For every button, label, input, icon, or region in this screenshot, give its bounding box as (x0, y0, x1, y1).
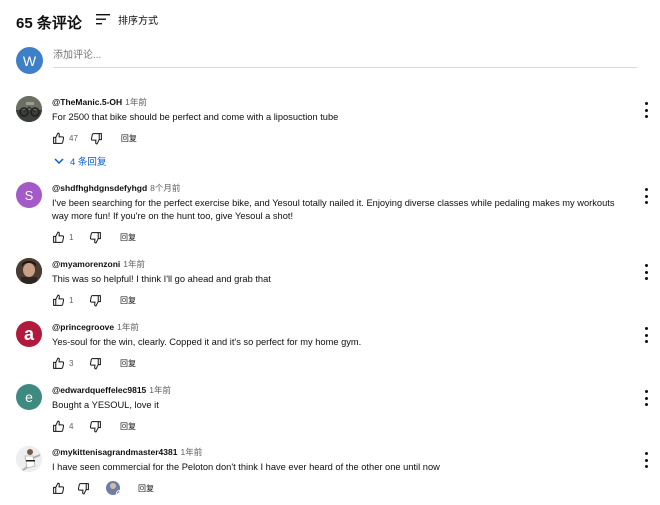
like-button[interactable] (52, 357, 65, 370)
more-actions-icon[interactable] (642, 452, 650, 468)
comment-text: I've been searching for the perfect exer… (52, 198, 615, 221)
comment-author[interactable]: @TheManic.5-OH (52, 97, 122, 107)
comment-time[interactable]: 1年前 (180, 447, 202, 457)
comment-author[interactable]: @shdfhghdgnsdefyhgd (52, 183, 147, 193)
creator-heart-avatar (106, 481, 120, 495)
like-button[interactable] (52, 231, 65, 244)
reply-button[interactable]: 回复 (120, 232, 136, 243)
dislike-button[interactable] (89, 420, 102, 433)
reply-button[interactable]: 回复 (138, 483, 154, 494)
sort-icon (96, 14, 110, 25)
replies-label: 4 条回复 (70, 157, 107, 168)
reply-button[interactable]: 回复 (120, 295, 136, 306)
comments-header: 65 条评论 (16, 10, 82, 34)
like-button[interactable] (52, 132, 65, 145)
like-count: 4 (69, 421, 74, 431)
comment-time[interactable]: 1年前 (125, 97, 147, 107)
chevron-down-icon (54, 157, 64, 164)
current-user-avatar: W (16, 47, 43, 74)
more-actions-icon[interactable] (642, 390, 650, 406)
avatar[interactable]: a (16, 321, 42, 347)
reply-button[interactable]: 回复 (120, 358, 136, 369)
comment-author[interactable]: @princegroove (52, 322, 114, 332)
comment-author[interactable]: @edwardqueffelec9815 (52, 385, 146, 395)
like-button[interactable] (52, 420, 65, 433)
avatar[interactable] (16, 258, 42, 284)
more-actions-icon[interactable] (642, 188, 650, 204)
avatar[interactable]: e (16, 384, 42, 410)
thumbs-down-icon (90, 132, 102, 144)
comment-text: I have seen commercial for the Peloton d… (52, 462, 440, 472)
like-button[interactable] (52, 482, 65, 495)
reply-button[interactable]: 回复 (121, 133, 137, 144)
dislike-button[interactable] (89, 231, 102, 244)
thumbs-up-icon (53, 482, 65, 494)
like-count: 1 (69, 232, 74, 242)
comment-text: Yes-soul for the win, clearly. Copped it… (52, 337, 362, 347)
comment-text: For 2500 that bike should be perfect and… (52, 112, 339, 122)
more-actions-icon[interactable] (642, 327, 650, 343)
thumbs-down-icon (89, 294, 101, 306)
thumbs-up-icon (53, 132, 65, 144)
comment-time[interactable]: 1年前 (117, 322, 139, 332)
like-count: 47 (69, 133, 78, 143)
dislike-button[interactable] (89, 294, 102, 307)
like-button[interactable] (52, 294, 65, 307)
comment-text: This was so helpful! I think I'll go ahe… (52, 274, 271, 284)
thumbs-down-icon (89, 231, 101, 243)
comment-time[interactable]: 1年前 (149, 385, 171, 395)
sort-button[interactable]: 排序方式 (96, 12, 158, 27)
comment-author[interactable]: @mykittenisagrandmaster4381 (52, 447, 177, 457)
dislike-button[interactable] (89, 357, 102, 370)
more-actions-icon[interactable] (642, 264, 650, 280)
thumbs-down-icon (89, 420, 101, 432)
like-count: 1 (69, 295, 74, 305)
thumbs-up-icon (53, 357, 65, 369)
comment-time[interactable]: 8个月前 (150, 183, 180, 193)
thumbs-up-icon (53, 231, 65, 243)
avatar[interactable] (16, 96, 42, 122)
more-actions-icon[interactable] (642, 102, 650, 118)
comment-text: Bought a YESOUL, love it (52, 400, 159, 410)
view-replies-button[interactable]: 4 条回复 (54, 154, 622, 168)
avatar[interactable]: S (16, 182, 42, 208)
thumbs-up-icon (53, 294, 65, 306)
thumbs-up-icon (53, 420, 65, 432)
reply-button[interactable]: 回复 (120, 421, 136, 432)
dislike-button[interactable] (90, 132, 103, 145)
comment-author[interactable]: @myamorenzoni (52, 259, 120, 269)
thumbs-down-icon (89, 357, 101, 369)
add-comment-input[interactable] (53, 47, 637, 68)
avatar[interactable] (16, 446, 42, 472)
add-comment-row: W (16, 47, 650, 75)
sort-label: 排序方式 (118, 16, 158, 27)
heart-icon (116, 490, 120, 495)
comment-count: 65 条评论 (16, 14, 82, 32)
thumbs-down-icon (77, 482, 89, 494)
dislike-button[interactable] (77, 482, 90, 495)
like-count: 3 (69, 358, 74, 368)
comment-time[interactable]: 1年前 (123, 259, 145, 269)
